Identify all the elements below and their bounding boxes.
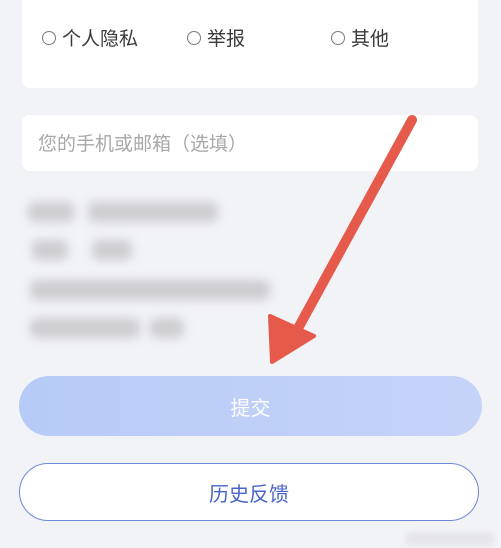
radio-circle-icon[interactable] (331, 30, 345, 45)
submit-button[interactable]: 提交 (19, 376, 482, 436)
history-feedback-button[interactable]: 历史反馈 (19, 463, 479, 521)
radio-circle-icon[interactable] (187, 30, 201, 45)
contact-input[interactable] (36, 115, 460, 173)
redacted-text (32, 240, 68, 260)
redacted-text (150, 318, 184, 338)
contact-field-card (22, 115, 478, 173)
redacted-text (92, 240, 132, 260)
radio-label-other: 其他 (351, 28, 390, 50)
redacted-info-block (22, 188, 322, 348)
radio-label-report: 举报 (207, 28, 246, 50)
watermark (405, 532, 495, 546)
radio-option-privacy[interactable]: 个人隐私 (42, 24, 138, 51)
radio-option-other[interactable]: 其他 (331, 24, 389, 51)
radio-circle-icon[interactable] (42, 30, 56, 45)
redacted-text (28, 202, 74, 222)
redacted-text (30, 280, 270, 300)
radio-label-privacy: 个人隐私 (62, 28, 139, 50)
submit-label: 提交 (230, 395, 271, 420)
report-type-card: 个人隐私 举报 其他 (22, 0, 478, 88)
history-feedback-label: 历史反馈 (209, 481, 289, 506)
radio-option-report[interactable]: 举报 (187, 24, 245, 51)
redacted-text (30, 318, 140, 338)
redacted-text (88, 202, 218, 222)
